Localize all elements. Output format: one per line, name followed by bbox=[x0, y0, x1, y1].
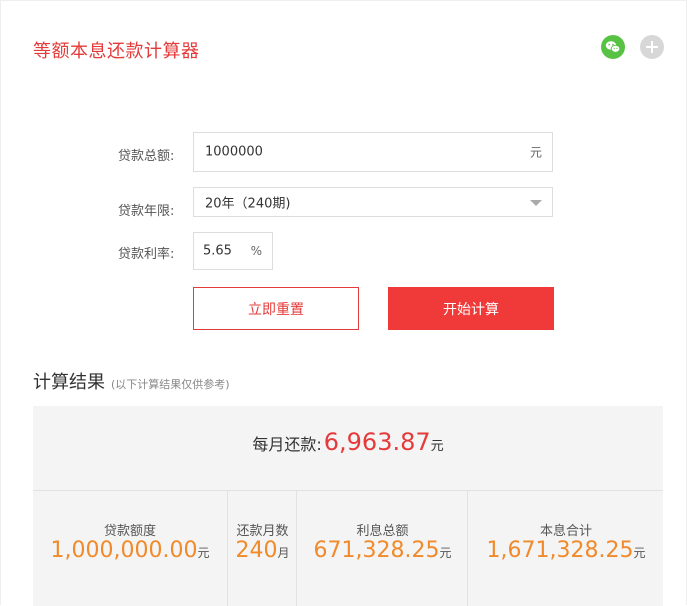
wechat-share-icon[interactable] bbox=[601, 35, 625, 59]
reset-button[interactable]: 立即重置 bbox=[193, 287, 359, 330]
monthly-payment-unit: 元 bbox=[430, 439, 444, 454]
result-cell-unit: 元 bbox=[439, 546, 452, 560]
result-cell-loan-amount: 贷款额度 1,000,000.00元 bbox=[33, 491, 227, 606]
calculator-panel: 等额本息还款计算器 贷款总额: 1000000 元 贷款年限: 20年（240期… bbox=[0, 0, 687, 606]
monthly-payment: 每月还款:6,963.87元 bbox=[33, 428, 663, 456]
result-title: 计算结果 bbox=[33, 372, 105, 393]
loan-term-value: 20年（240期) bbox=[205, 196, 291, 212]
result-cell-label: 贷款额度 bbox=[103, 524, 156, 539]
result-cell-value-line: 671,328.25元 bbox=[297, 538, 468, 563]
rate-label: 贷款利率: bbox=[118, 247, 175, 262]
loan-amount-value: 1000000 bbox=[205, 144, 263, 160]
plus-icon[interactable] bbox=[640, 35, 664, 59]
result-heading: 计算结果 (以下计算结果仅供参考) bbox=[33, 368, 230, 394]
interest-rate-unit: % bbox=[250, 244, 262, 258]
result-cell-value: 240 bbox=[235, 538, 278, 563]
result-cell-total-payment: 本息合计 1,671,328.25元 bbox=[467, 491, 664, 606]
result-box: 每月还款:6,963.87元 贷款额度 1,000,000.00元 还款月数 2… bbox=[33, 406, 663, 606]
result-cell-unit: 元 bbox=[633, 546, 646, 560]
result-cell-value-line: 1,671,328.25元 bbox=[468, 538, 664, 563]
chevron-down-icon bbox=[530, 200, 542, 206]
monthly-payment-value: 6,963.87 bbox=[323, 428, 431, 456]
monthly-payment-label: 每月还款: bbox=[252, 435, 322, 454]
result-cell-label: 本息合计 bbox=[539, 524, 592, 539]
loan-amount-input[interactable]: 1000000 元 bbox=[193, 132, 553, 172]
result-cell-value-line: 1,000,000.00元 bbox=[33, 538, 227, 563]
amount-label: 贷款总额: bbox=[118, 149, 175, 164]
result-cell-unit: 月 bbox=[277, 546, 290, 560]
result-note: (以下计算结果仅供参考) bbox=[111, 378, 230, 391]
interest-rate-value: 5.65 bbox=[203, 243, 232, 259]
result-cell-label: 利息总额 bbox=[356, 524, 409, 539]
result-cell-months: 还款月数 240月 bbox=[227, 491, 297, 606]
result-cell-label: 还款月数 bbox=[236, 524, 289, 539]
loan-amount-unit: 元 bbox=[529, 145, 542, 160]
result-cell-value: 671,328.25 bbox=[313, 538, 440, 563]
result-cell-value: 1,000,000.00 bbox=[50, 538, 198, 563]
result-cell-value: 1,671,328.25 bbox=[486, 538, 634, 563]
interest-rate-input[interactable]: 5.65 % bbox=[193, 232, 273, 270]
term-label: 贷款年限: bbox=[118, 204, 175, 219]
loan-term-select[interactable]: 20年（240期) bbox=[193, 187, 553, 217]
page-title: 等额本息还款计算器 bbox=[33, 41, 200, 62]
calculate-button[interactable]: 开始计算 bbox=[388, 287, 554, 330]
result-cell-total-interest: 利息总额 671,328.25元 bbox=[296, 491, 468, 606]
result-cell-unit: 元 bbox=[197, 546, 210, 560]
result-cell-value-line: 240月 bbox=[228, 538, 297, 563]
